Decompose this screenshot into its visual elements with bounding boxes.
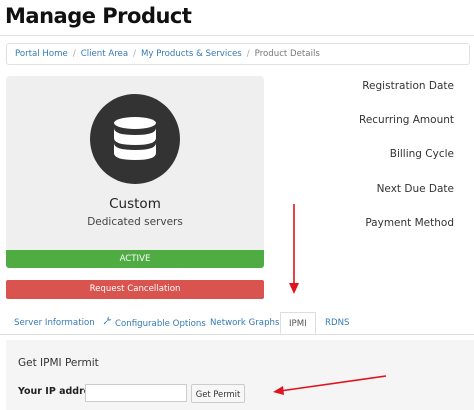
breadcrumb: Portal Home / Client Area / My Products …	[6, 43, 470, 65]
product-name: Custom	[109, 196, 161, 212]
registration-date-label: Registration Date	[362, 80, 454, 92]
ipmi-panel-title: Get IPMI Permit	[18, 357, 99, 369]
ip-address-input[interactable]	[85, 384, 187, 402]
billing-cycle-label: Billing Cycle	[389, 148, 454, 160]
payment-method-label: Payment Method	[365, 217, 454, 229]
tab-configurable-options-label: Configurable Options	[115, 319, 206, 329]
annotation-arrow-left	[273, 375, 387, 395]
page-title: Manage Product	[5, 4, 192, 28]
ipmi-panel: Get IPMI Permit Your IP address Get Perm…	[6, 340, 474, 410]
database-icon	[114, 117, 156, 160]
breadcrumb-separator: /	[133, 49, 137, 59]
breadcrumb-separator: /	[72, 49, 76, 59]
get-permit-button[interactable]: Get Permit	[191, 384, 245, 403]
tab-network-graphs[interactable]: Network Graphs	[210, 313, 279, 334]
breadcrumb-client-area[interactable]: Client Area	[81, 49, 128, 59]
request-cancellation-button[interactable]: Request Cancellation	[6, 280, 264, 299]
status-badge: ACTIVE	[6, 250, 264, 268]
tabs-divider	[0, 334, 474, 335]
tab-configurable-options[interactable]: Configurable Options	[103, 313, 206, 334]
breadcrumb-portal-home[interactable]: Portal Home	[15, 49, 68, 59]
title-divider	[0, 35, 474, 36]
product-group: Dedicated servers	[87, 216, 183, 228]
tab-ipmi[interactable]: IPMI	[280, 312, 316, 334]
annotation-arrow-down	[289, 204, 299, 294]
tab-rdns[interactable]: RDNS	[325, 313, 349, 334]
breadcrumb-current: Product Details	[254, 49, 320, 59]
breadcrumb-my-products[interactable]: My Products & Services	[141, 49, 242, 59]
product-card: Custom Dedicated servers	[6, 76, 264, 250]
product-icon-circle	[90, 94, 180, 184]
wrench-icon	[103, 313, 112, 334]
recurring-amount-label: Recurring Amount	[359, 114, 454, 126]
tab-server-information[interactable]: Server Information	[14, 313, 95, 334]
next-due-date-label: Next Due Date	[376, 183, 454, 195]
breadcrumb-separator: /	[246, 49, 250, 59]
